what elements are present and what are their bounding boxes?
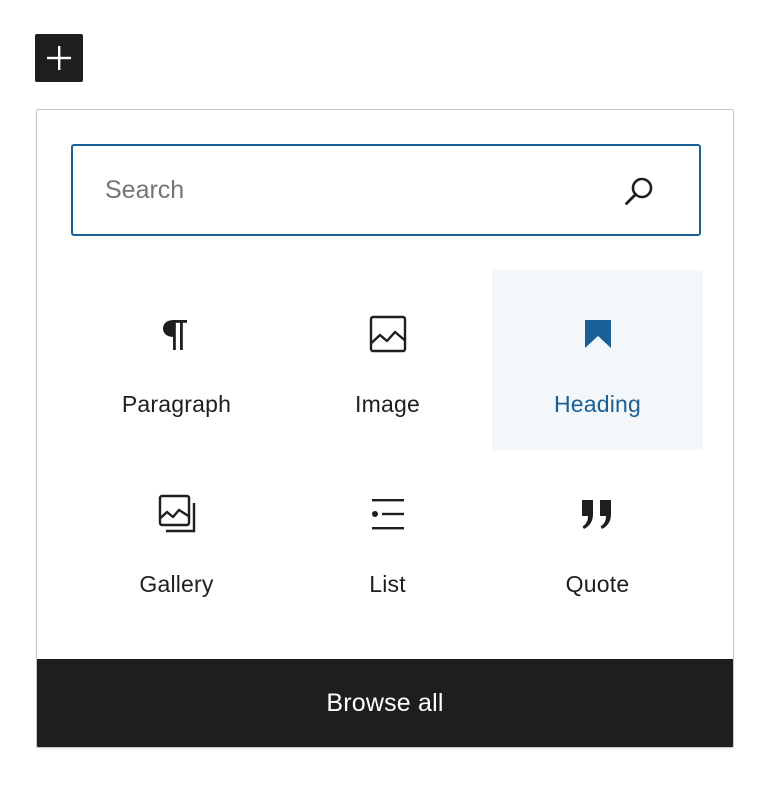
block-item-quote[interactable]: Quote xyxy=(492,450,703,630)
gallery-icon xyxy=(158,494,195,533)
blocks-grid: Paragraph Image Heading Gallery List Quo… xyxy=(71,270,703,630)
block-item-heading[interactable]: Heading xyxy=(492,270,703,450)
block-label: Quote xyxy=(565,571,630,597)
block-inserter-panel: Paragraph Image Heading Gallery xyxy=(36,109,734,748)
block-label: List xyxy=(369,571,406,597)
block-label: Paragraph xyxy=(121,391,232,417)
search-box xyxy=(71,144,701,236)
block-label: Gallery xyxy=(139,571,214,597)
list-icon xyxy=(371,499,404,530)
plus-icon xyxy=(47,46,71,70)
quote-icon xyxy=(581,500,611,529)
block-item-image[interactable]: Image xyxy=(282,270,493,450)
block-item-gallery[interactable]: Gallery xyxy=(71,450,282,630)
block-item-list[interactable]: List xyxy=(282,450,493,630)
paragraph-icon xyxy=(162,320,187,350)
bookmark-icon xyxy=(584,320,611,348)
search-input[interactable] xyxy=(73,146,613,234)
block-label: Image xyxy=(355,391,420,417)
search-icon[interactable] xyxy=(623,175,655,207)
block-item-paragraph[interactable]: Paragraph xyxy=(71,270,282,450)
add-block-button[interactable] xyxy=(35,34,83,82)
image-icon xyxy=(369,315,406,353)
block-label: Heading xyxy=(553,391,642,417)
browse-all-button[interactable]: Browse all xyxy=(37,659,733,747)
